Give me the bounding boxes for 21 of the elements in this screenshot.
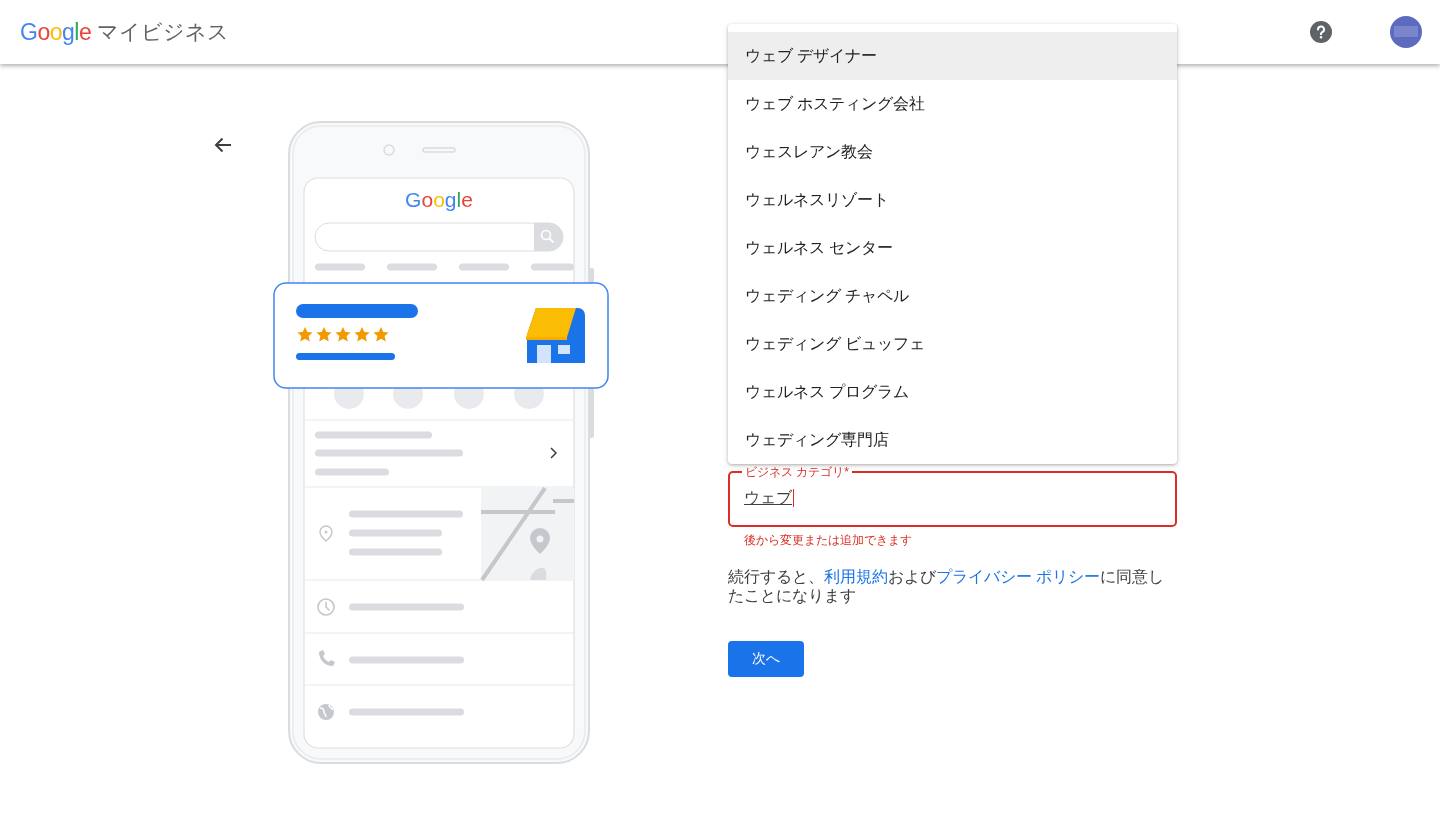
field-value: ウェブ [744,489,794,507]
dropdown-option[interactable]: ウェルネスリゾート [728,176,1177,224]
dropdown-option[interactable]: ウェルネス センター [728,224,1177,272]
help-icon[interactable] [1310,21,1332,43]
dropdown-option[interactable]: ウェディング専門店 [728,416,1177,464]
google-logo: Google [20,18,92,46]
dropdown-option[interactable]: ウェスレアン教会 [728,128,1177,176]
dropdown-option[interactable]: ウェディング チャペル [728,272,1177,320]
avatar-icon[interactable] [1390,16,1422,48]
next-button[interactable]: 次へ [728,641,804,677]
helper-text: 後から変更または追加できます [744,532,913,549]
google-logo: Google [405,188,473,211]
dropdown-option[interactable]: ウェブ デザイナー [728,32,1177,80]
consent-text: 続行すると、利用規約およびプライバシー ポリシーに同意したことになります [728,567,1166,605]
terms-link[interactable]: プライバシー ポリシー [936,568,1101,585]
terms-link[interactable]: 利用規約 [824,568,888,585]
dropdown-option[interactable]: ウェルネス プログラム [728,368,1177,416]
field-label: ビジネス カテゴリ* [744,465,850,479]
dropdown-option[interactable]: ウェディング ビュッフェ [728,320,1177,368]
dropdown-option[interactable]: ウェブ ホスティング会社 [728,80,1177,128]
product-name: マイビジネス [97,19,230,45]
